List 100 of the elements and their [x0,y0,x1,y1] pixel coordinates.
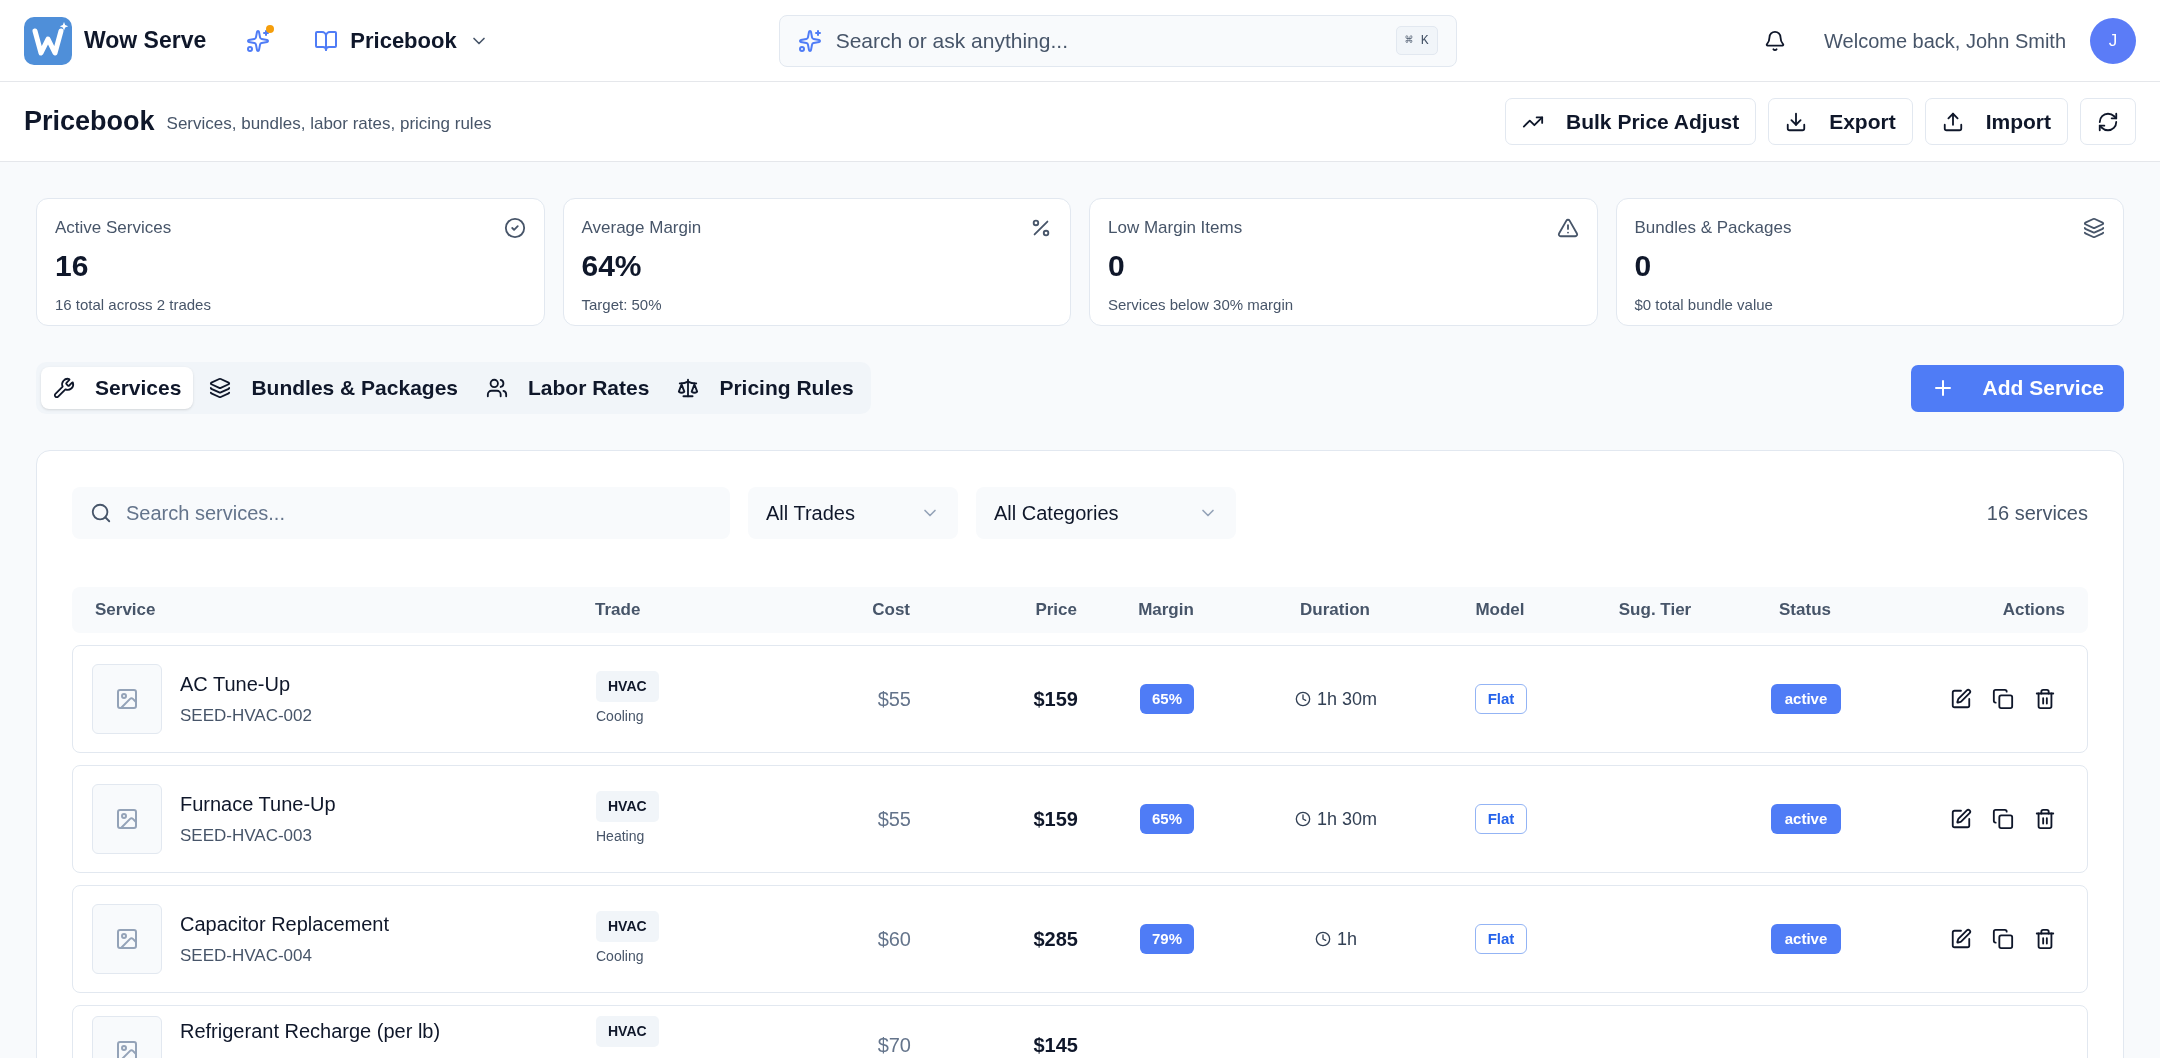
service-search-field[interactable]: Search services... [72,487,730,539]
copy-icon[interactable] [1992,928,2014,950]
stat-note: $0 total bundle value [1634,294,1774,315]
margin-badge: 65% [1140,803,1194,835]
cost-text: $55 [876,807,911,832]
add-service-button[interactable]: Add Service [1910,364,2124,412]
book-icon [314,28,339,53]
copy-icon[interactable] [1992,808,2014,830]
tab[interactable]: Pricing Rules [665,367,866,409]
model-badge: Flat [1474,683,1528,715]
refresh-button[interactable] [2080,98,2136,145]
trade-tag: HVAC [596,671,659,702]
service-code: SEED-HVAC-004 [180,945,313,968]
delete-icon[interactable] [2034,928,2056,950]
stat-label: Low Margin Items [1108,217,1243,239]
status-badge: active [1770,683,1842,715]
sparkles-icon [797,28,822,53]
column-header: Trade [595,599,642,622]
clock-icon [1315,931,1331,947]
page-title: Pricebook [24,105,155,139]
column-header: Status [1778,599,1832,622]
delete-icon[interactable] [2034,808,2056,830]
image-icon [115,927,139,951]
upload-icon [1941,110,1964,133]
category-text: Cooling [596,947,644,966]
category-text: Heating [596,827,645,846]
brand-name: Wow Serve [84,26,207,56]
shortcut-key: ⌘ K [1396,25,1438,56]
category-text: Cooling [596,707,644,726]
cost-text: $70 [876,1033,911,1058]
stat-value: 16 [55,247,90,284]
toolbar-button[interactable]: Export [1768,98,1913,145]
service-row[interactable]: Capacitor Replacement SEED-HVAC-004 HVAC Cooling $60 $285 79% 1h Flat active [72,885,2088,993]
stat-label: Bundles & Packages [1634,217,1792,239]
global-search-input[interactable]: Search or ask anything... [835,24,1383,57]
toolbar-button[interactable]: Import [1924,98,2068,145]
service-search-input[interactable]: Search services... [126,498,712,528]
price-text: $285 [1032,927,1078,952]
column-header: Duration [1299,599,1371,622]
duration-text: 1h 30m [1294,805,1377,833]
service-row[interactable]: Furnace Tune-Up SEED-HVAC-003 HVAC Heating $55 $159 65% 1h 30m Flat active [72,765,2088,873]
category-dropdown[interactable]: All Categories [976,487,1236,539]
welcome-text: Welcome back, John Smith [1824,28,2066,54]
service-code: SEED-HVAC-002 [180,705,312,728]
column-header: Model [1474,599,1526,622]
stat-note: Target: 50% [581,294,663,315]
margin-badge: 65% [1140,683,1194,715]
price-text: $159 [1032,807,1078,832]
stat-note: Services below 30% margin [1108,294,1295,315]
edit-icon[interactable] [1950,808,1972,830]
logo-icon [24,16,72,65]
page-subtitle: Services, bundles, labor rates, pricing rules [166,112,492,135]
toolbar-button[interactable]: Bulk Price Adjust [1505,98,1757,145]
margin-badge: 79% [1140,923,1194,955]
stat-value: 0 [1108,247,1126,284]
scale-icon [677,377,700,399]
column-header: Price [1034,599,1077,622]
stat-value: 0 [1634,247,1653,284]
service-name: AC Tune-Up [180,672,292,698]
stat-label: Average Margin [581,217,702,239]
cost-text: $55 [876,687,911,712]
model-badge: Flat [1474,923,1528,955]
image-icon [115,687,139,711]
column-header: Service [95,599,157,622]
wrench-icon [53,377,75,399]
service-count: 16 services [1986,501,2088,526]
status-badge: active [1770,803,1842,835]
tab[interactable]: Services [41,367,194,409]
price-text: $145 [1032,1033,1078,1058]
service-row[interactable]: AC Tune-Up SEED-HVAC-002 HVAC Cooling $55 $159 65% 1h 30m Flat active [72,645,2088,753]
tab[interactable]: Bundles & Packages [197,367,470,409]
image-icon [115,807,139,831]
module-switcher[interactable]: Pricebook [314,24,489,57]
edit-icon[interactable] [1950,688,1972,710]
status-badge: active [1770,923,1842,955]
service-code: SEED-HVAC-003 [180,825,313,848]
edit-icon[interactable] [1950,928,1972,950]
stat-value: 64% [581,247,643,284]
cost-text: $60 [876,927,911,952]
layers-icon [209,377,232,399]
column-header: Actions [2001,599,2065,622]
price-text: $159 [1032,687,1078,712]
delete-icon[interactable] [2034,688,2056,710]
service-name: Furnace Tune-Up [180,792,336,818]
global-search-field[interactable]: Search or ask anything... ⌘ K [778,14,1457,67]
search-icon [90,502,112,524]
service-row[interactable]: Refrigerant Recharge (per lb) HVAC $70 $145 [72,1005,2088,1058]
trade-tag: HVAC [596,791,659,822]
refresh-icon [2097,110,2119,133]
model-badge: Flat [1474,803,1528,835]
trade-tag: HVAC [596,1016,659,1047]
notification-bell-icon[interactable] [1764,29,1787,52]
duration-text: 1h [1315,925,1357,953]
service-name: Capacitor Replacement [180,912,389,938]
avatar[interactable]: J [2090,17,2136,64]
stat-note: 16 total across 2 trades [55,294,212,315]
column-header: Cost [871,599,910,622]
copy-icon[interactable] [1992,688,2014,710]
tab[interactable]: Labor Rates [474,367,662,409]
trade-dropdown[interactable]: All Trades [748,487,958,539]
